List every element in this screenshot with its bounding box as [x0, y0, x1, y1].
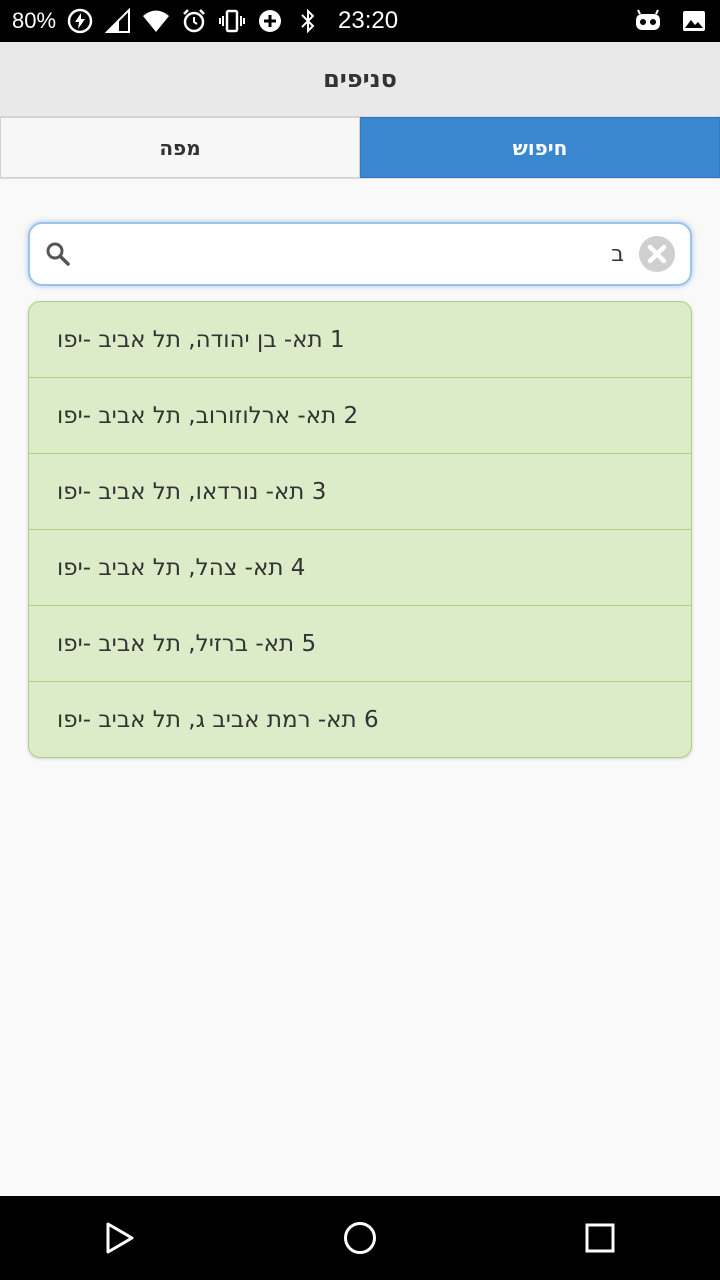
clock: 23:20: [338, 7, 399, 34]
data-saver-icon: [256, 7, 284, 35]
status-bar: 80% 23:20: [0, 0, 720, 42]
list-item[interactable]: 3 תא- נורדאו, תל אביב -יפו: [29, 454, 691, 530]
tab-map[interactable]: מפה: [0, 117, 360, 178]
notification-app-icon: [634, 7, 662, 35]
search-input[interactable]: [72, 241, 638, 267]
tab-search[interactable]: חיפוש: [360, 117, 720, 178]
clear-search-icon[interactable]: [638, 235, 676, 273]
vibrate-icon: [218, 7, 246, 35]
recents-square-icon: [585, 1223, 615, 1253]
home-button[interactable]: [330, 1208, 390, 1268]
list-item-label: 2 תא- ארלוזורוב, תל אביב -יפו: [57, 402, 359, 429]
list-item-label: 5 תא- ברזיל, תל אביב -יפו: [57, 630, 317, 657]
recents-button[interactable]: [570, 1208, 630, 1268]
navigation-bar: [0, 1196, 720, 1280]
list-item-label: 3 תא- נורדאו, תל אביב -יפו: [57, 478, 327, 505]
list-item-label: 6 תא- רמת אביב ג, תל אביב -יפו: [57, 706, 379, 733]
list-item-label: 4 תא- צהל, תל אביב -יפו: [57, 554, 306, 581]
list-item[interactable]: 2 תא- ארלוזורוב, תל אביב -יפו: [29, 378, 691, 454]
results-list: 1 תא- בן יהודה, תל אביב -יפו 2 תא- ארלוז…: [28, 301, 692, 758]
tab-bar: חיפוש מפה: [0, 117, 720, 179]
home-circle-icon: [344, 1222, 376, 1254]
battery-percentage: 80%: [12, 8, 57, 33]
back-triangle-icon: [106, 1222, 134, 1254]
search-icon[interactable]: [44, 240, 72, 268]
list-item[interactable]: 6 תא- רמת אביב ג, תל אביב -יפו: [29, 682, 691, 757]
app-header: סניפים: [0, 42, 720, 117]
wifi-icon: [142, 7, 170, 35]
battery-saver-icon: [66, 7, 94, 35]
list-item[interactable]: 1 תא- בן יהודה, תל אביב -יפו: [29, 302, 691, 378]
alarm-icon: [180, 7, 208, 35]
image-icon: [680, 7, 708, 35]
cellular-signal-icon: [104, 7, 132, 35]
bluetooth-icon: [294, 7, 322, 35]
back-button[interactable]: [90, 1208, 150, 1268]
list-item[interactable]: 4 תא- צהל, תל אביב -יפו: [29, 530, 691, 606]
search-box: [28, 222, 692, 286]
tab-map-label: מפה: [159, 135, 201, 160]
list-item[interactable]: 5 תא- ברזיל, תל אביב -יפו: [29, 606, 691, 682]
page-title: סניפים: [323, 65, 397, 93]
tab-search-label: חיפוש: [512, 135, 568, 160]
list-item-label: 1 תא- בן יהודה, תל אביב -יפו: [57, 326, 345, 353]
